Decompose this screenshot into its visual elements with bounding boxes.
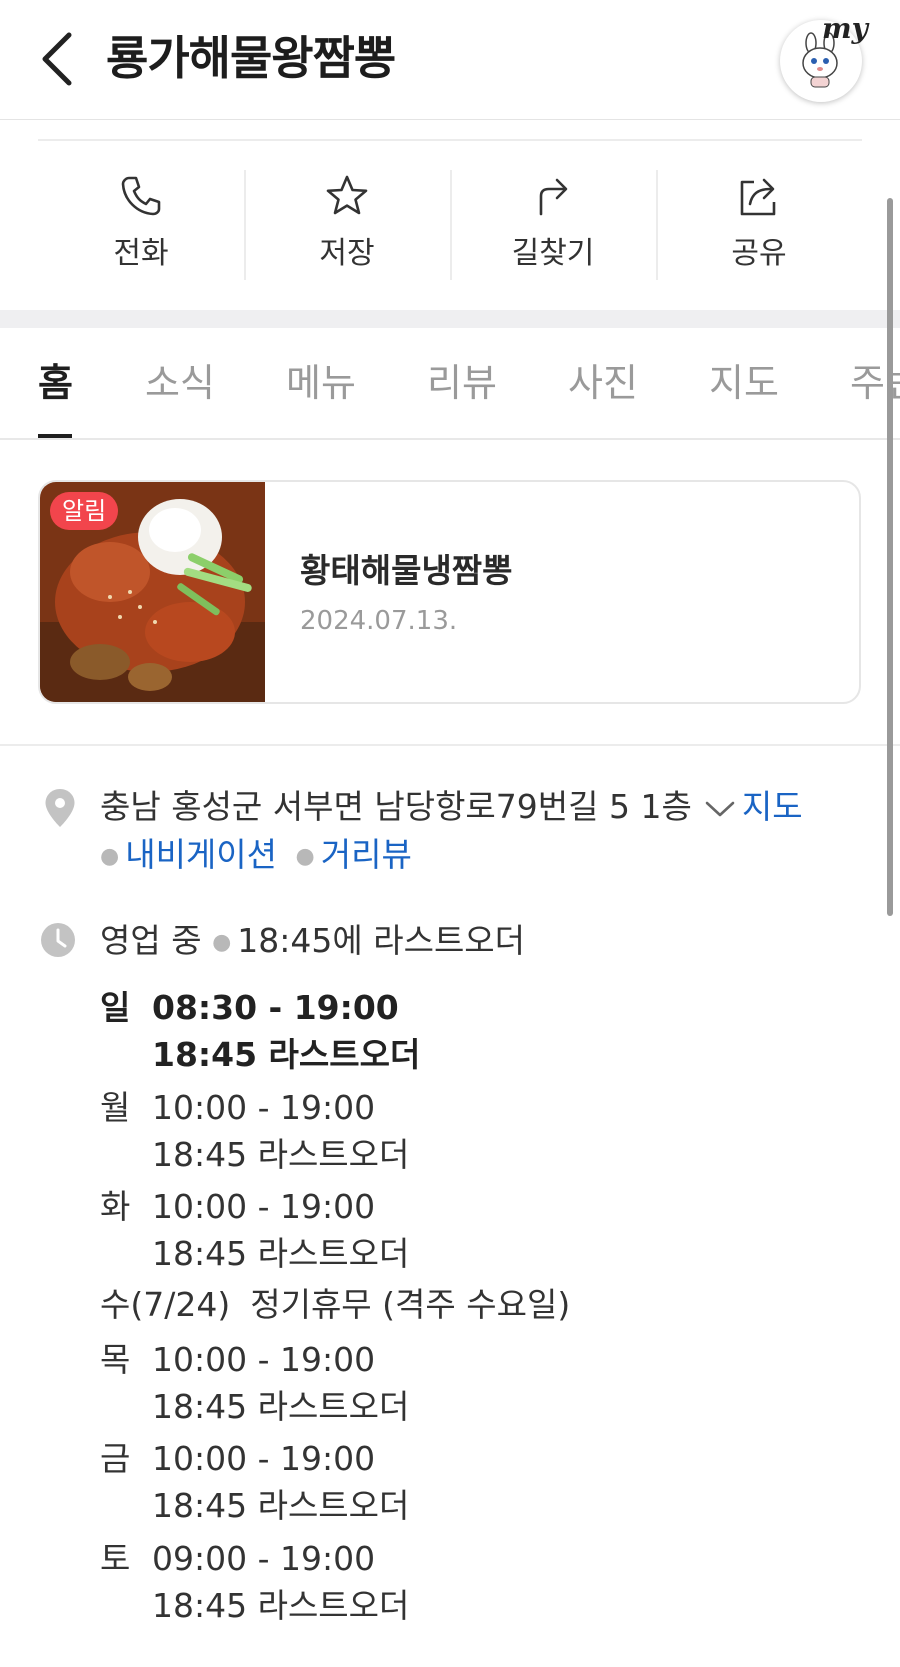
hours-day: 일 — [100, 988, 131, 1027]
share-label: 공유 — [731, 236, 787, 271]
save-label: 저장 — [319, 236, 375, 271]
hours-time: 10:00 - 19:00 — [152, 1340, 376, 1379]
clock-icon — [41, 923, 75, 957]
hours-time: 10:00 - 19:00 — [152, 1439, 376, 1478]
hours-last-order: 18:45 라스트오더 — [152, 1234, 410, 1273]
hours-row-tue: 화 10:00 - 19:00 18:45 라스트오더 — [100, 1183, 409, 1273]
hours-day: 월 — [100, 1088, 131, 1127]
directions-button[interactable]: 길찾기 — [450, 168, 656, 282]
share-button[interactable]: 공유 — [656, 168, 862, 282]
separator-dot: ● — [212, 929, 232, 955]
phone-icon — [121, 176, 161, 216]
hours-last-order: 18:45 라스트오더 — [152, 1387, 410, 1426]
tab-menu[interactable]: 메뉴 — [286, 358, 356, 408]
hours-row-wed: 수(7/24) 정기휴무 (격주 수요일) — [100, 1281, 570, 1329]
header: 룡가해물왕짬뽕 my — [0, 0, 900, 120]
scrollbar[interactable] — [887, 198, 893, 916]
hours-row-sat: 토 09:00 - 19:00 18:45 라스트오더 — [100, 1535, 409, 1625]
hours-day: 토 — [100, 1539, 131, 1578]
hours-row-thu: 목 10:00 - 19:00 18:45 라스트오더 — [100, 1336, 409, 1426]
divider — [0, 744, 900, 746]
hours-row-mon: 월 10:00 - 19:00 18:45 라스트오더 — [100, 1084, 409, 1174]
hours-row-sun: 일 08:30 - 19:00 18:45 라스트오더 — [100, 984, 420, 1074]
hours-time: 10:00 - 19:00 — [152, 1088, 376, 1127]
hours-last-order: 18:45 라스트오더 — [152, 1586, 410, 1625]
page-title: 룡가해물왕짬뽕 — [106, 31, 396, 85]
tab-home[interactable]: 홈 — [38, 358, 73, 408]
hours-day: 화 — [100, 1187, 131, 1226]
notice-card[interactable]: 알림 황태해물냉짬뽕 2024.07.13. — [38, 480, 861, 704]
action-bar: 전화 저장 길찾기 공유 — [38, 168, 862, 282]
hours-day: 목 — [100, 1340, 131, 1379]
address-text: 충남 홍성군 서부면 남당항로79번길 5 1층 — [100, 787, 692, 826]
divider — [38, 139, 862, 141]
active-tab-indicator — [38, 434, 72, 438]
tab-news[interactable]: 소식 — [145, 358, 215, 408]
star-icon — [326, 175, 368, 215]
open-status: 영업 중 — [100, 921, 202, 960]
tab-bar: 홈 소식 메뉴 리뷰 사진 지도 주변 — [0, 328, 900, 440]
location-pin-icon — [45, 789, 75, 827]
hours-time: 09:00 - 19:00 — [152, 1539, 376, 1578]
business-status[interactable]: 영업 중 ● 18:45에 라스트오더 — [100, 918, 525, 966]
call-label: 전화 — [113, 236, 169, 271]
tab-reviews[interactable]: 리뷰 — [427, 358, 497, 408]
directions-icon — [539, 178, 568, 216]
hours-last-order: 18:45 라스트오더 — [152, 1035, 421, 1074]
section-separator — [0, 310, 900, 328]
hours-time: 08:30 - 19:00 — [152, 988, 399, 1027]
notice-title: 황태해물냉짬뽕 — [300, 551, 513, 590]
hours-last-order: 18:45 라스트오더 — [152, 1135, 410, 1174]
notice-badge: 알림 — [50, 492, 119, 530]
map-link[interactable]: 지도 — [742, 787, 803, 826]
chevron-down-icon[interactable] — [704, 786, 736, 832]
hours-time: 10:00 - 19:00 — [152, 1187, 376, 1226]
tab-map[interactable]: 지도 — [709, 358, 779, 408]
hours-last-order: 18:45 라스트오더 — [152, 1486, 410, 1525]
last-order-status: 18:45에 라스트오더 — [237, 921, 526, 960]
back-button[interactable] — [30, 26, 84, 92]
hours-closed-note: 정기휴무 (격주 수요일) — [250, 1285, 571, 1324]
notice-food-image: 알림 — [40, 482, 265, 702]
navigation-link[interactable]: 내비게이션 — [125, 835, 277, 874]
avatar-my-label: my — [822, 12, 868, 45]
chevron-left-icon — [42, 32, 72, 86]
separator-dot: ● — [295, 843, 315, 869]
address-line: 충남 홍성군 서부면 남당항로79번길 5 1층 지도 — [100, 784, 803, 832]
hours-day: 수(7/24) — [100, 1285, 231, 1324]
call-button[interactable]: 전화 — [38, 168, 244, 282]
notice-date: 2024.07.13. — [300, 606, 458, 636]
save-button[interactable]: 저장 — [244, 168, 450, 282]
share-icon — [740, 178, 776, 216]
separator-dot: ● — [100, 843, 120, 869]
directions-label: 길찾기 — [511, 236, 595, 271]
hours-day: 금 — [100, 1439, 131, 1478]
address-links: ● 내비게이션 ● 거리뷰 — [100, 832, 412, 880]
streetview-link[interactable]: 거리뷰 — [321, 835, 412, 874]
tab-photos[interactable]: 사진 — [568, 358, 638, 408]
hours-row-fri: 금 10:00 - 19:00 18:45 라스트오더 — [100, 1435, 409, 1525]
